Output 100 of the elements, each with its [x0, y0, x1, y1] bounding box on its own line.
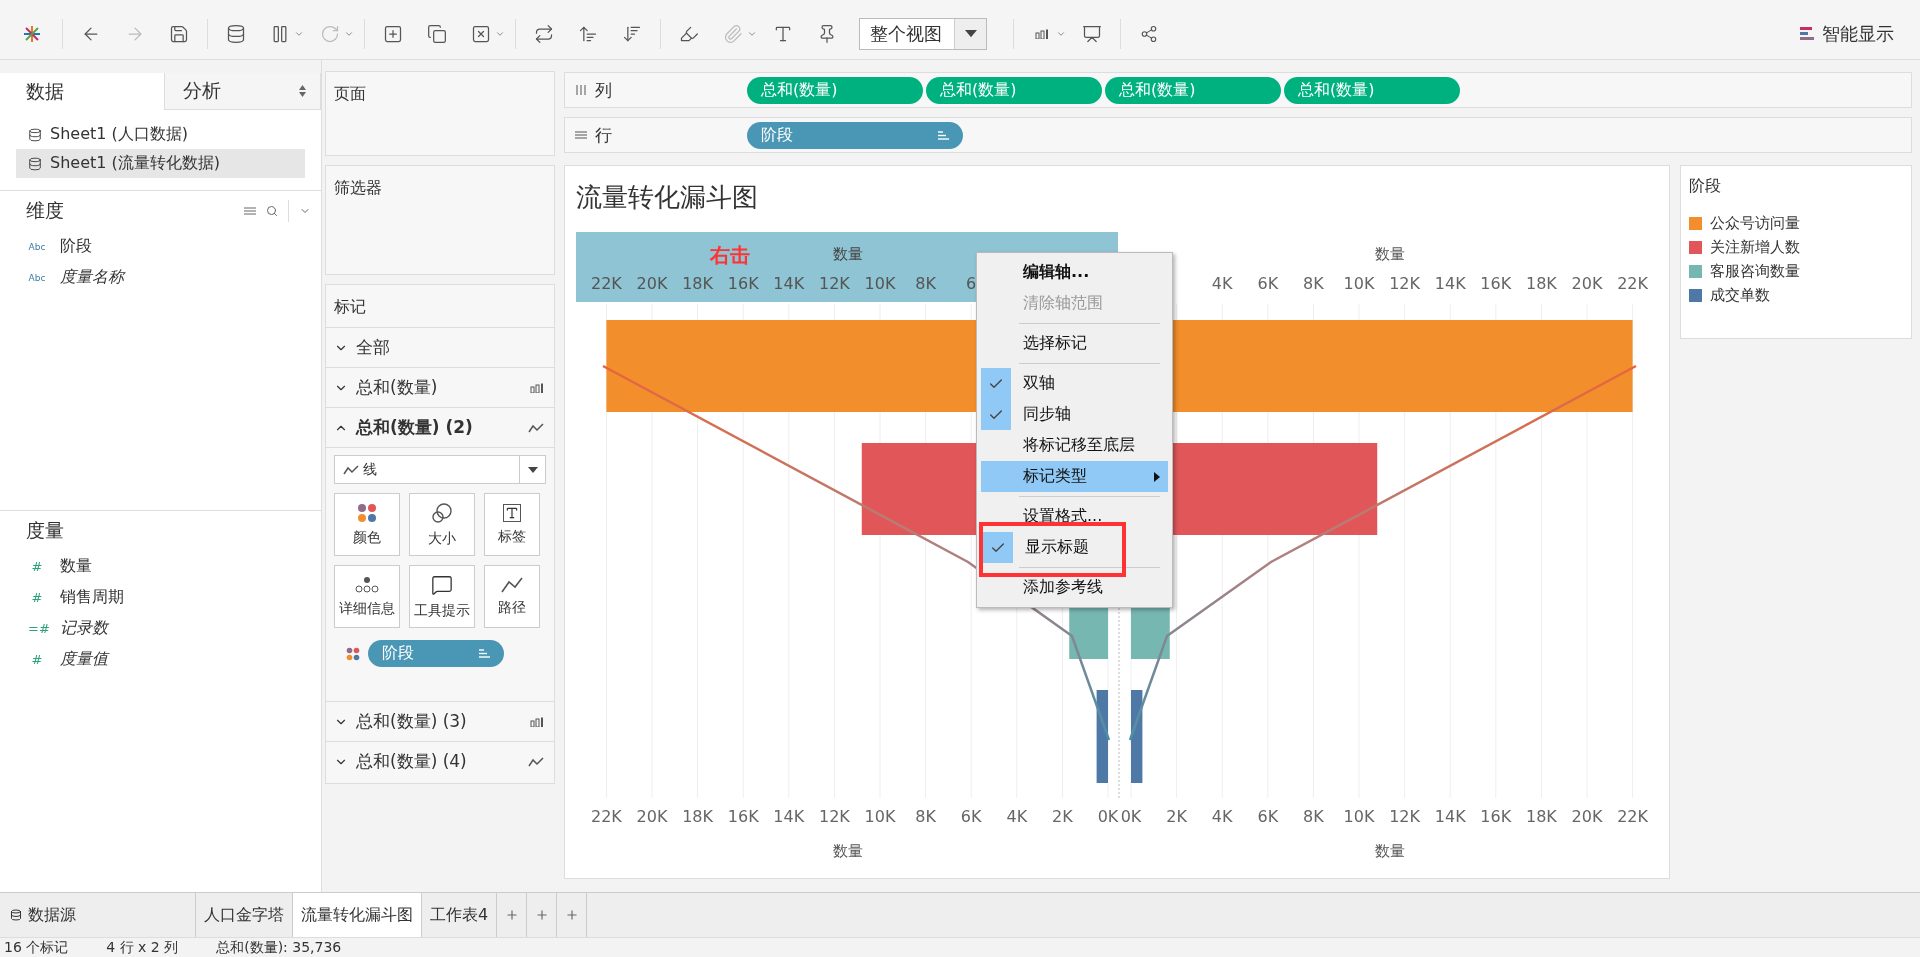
legend-title: 阶段: [1689, 176, 1722, 197]
shelf-title: 筛选器: [333, 177, 383, 199]
field-item[interactable]: Abc 度量名称: [0, 262, 321, 293]
axis-tick-label: 20K: [1571, 274, 1603, 293]
axis-tick-label: 18K: [1525, 807, 1557, 826]
status-text: 4 行 x 2 列: [106, 938, 179, 957]
axis-tick-label: 22K: [1617, 807, 1649, 826]
axis-tick-label: 18K: [682, 807, 714, 826]
menu-item[interactable]: 标记类型: [981, 461, 1168, 492]
axis-tick-label: 10K: [864, 274, 896, 293]
duplicate-icon[interactable]: [426, 22, 448, 45]
rows-icon: [575, 130, 587, 140]
view-title: 流量转化漏斗图: [575, 181, 759, 214]
field-item[interactable]: # 销售周期: [0, 582, 321, 613]
axis-tick-label: 0K: [1120, 807, 1142, 826]
pane-tab[interactable]: 数据: [0, 73, 165, 110]
bar-chart-icon: [1035, 28, 1049, 39]
axis-tick-label: 6K: [1257, 274, 1279, 293]
line-chart-icon: [528, 422, 544, 433]
field-item[interactable]: # 数量: [0, 551, 321, 582]
menu-item[interactable]: 设置格式...: [981, 501, 1168, 532]
legend-item[interactable]: 公众号访问量: [1689, 211, 1903, 235]
shelf-label: 行: [595, 123, 612, 147]
axis-title: 数量: [833, 245, 863, 263]
speech-bubble-icon: [431, 573, 453, 596]
axis-tick-label: 12K: [1389, 274, 1421, 293]
shelf-label: 列: [595, 78, 612, 102]
legend-item[interactable]: 关注新增人数: [1689, 235, 1903, 259]
axis-tick-label: 14K: [1434, 807, 1466, 826]
paperclip-icon[interactable]: [722, 22, 744, 45]
mark-type-dropdown[interactable]: 线: [334, 455, 546, 484]
shelf-title: 标记: [333, 296, 367, 318]
menu-item[interactable]: 编辑轴...: [981, 257, 1168, 288]
axis-tick-label: 10K: [1343, 807, 1375, 826]
axis-tick-label: 16K: [1480, 274, 1512, 293]
marks-layer-row[interactable]: 总和(数量) (2): [326, 407, 554, 447]
legend-item[interactable]: 成交单数: [1689, 283, 1903, 307]
axis-tick-label: 12K: [818, 807, 850, 826]
status-text: 总和(数量): 35,736: [216, 938, 342, 957]
axis-tick-label: 0K: [1097, 807, 1119, 826]
field-item[interactable]: # 度量值: [0, 644, 321, 675]
swap-icon[interactable]: [533, 22, 555, 45]
axis-tick-label: 14K: [773, 274, 805, 293]
sort-arrows-icon[interactable]: [299, 85, 306, 97]
menu-item[interactable]: 双轴: [981, 368, 1168, 399]
mark-property-button[interactable]: 标签: [484, 493, 540, 556]
axis-tick-label: 10K: [1343, 274, 1375, 293]
data-source-item[interactable]: Sheet1 (流量转化数据): [16, 149, 305, 178]
axis-tick-label: 20K: [636, 807, 668, 826]
dropdown-arrow-icon[interactable]: [964, 29, 977, 38]
axis-tick-label: 8K: [915, 807, 936, 826]
sheet-tab[interactable]: 流量转化漏斗图: [293, 893, 422, 937]
menu-item[interactable]: 选择标记: [981, 328, 1168, 359]
mark-property-button[interactable]: 工具提示: [409, 565, 475, 628]
marks-layer-row[interactable]: 总和(数量) (3): [326, 701, 554, 741]
database-icon[interactable]: [225, 22, 247, 45]
axis-tick-label: 4K: [1006, 807, 1028, 826]
menu-item[interactable]: 将标记移至底层: [981, 430, 1168, 461]
sort-icon[interactable]: [479, 649, 490, 658]
field-item[interactable]: =# 记录数: [0, 613, 321, 644]
axis-tick-label: 6: [966, 274, 977, 293]
field-item[interactable]: Abc 阶段: [0, 231, 321, 262]
axis-tick-label: 18K: [682, 274, 714, 293]
color-dots-icon: [357, 502, 377, 523]
axis-tick-label: 20K: [636, 274, 668, 293]
mark-property-button[interactable]: 详细信息: [334, 565, 400, 628]
logo-icon[interactable]: [22, 23, 42, 44]
marks-layer-row[interactable]: 全部: [326, 327, 554, 367]
dropdown-arrow-icon[interactable]: [527, 466, 538, 473]
show-me-button[interactable]: 智能显示: [1794, 20, 1900, 47]
view-size-dropdown[interactable]: 整个视图: [859, 17, 987, 50]
axis-tick-label: 16K: [727, 807, 759, 826]
menu-item[interactable]: 显示标题: [983, 532, 1122, 563]
menu-item[interactable]: 同步轴: [981, 399, 1168, 430]
mark-property-button[interactable]: 颜色: [334, 493, 400, 556]
circles-icon: [431, 501, 453, 524]
legend-item[interactable]: 客服咨询数量: [1689, 259, 1903, 283]
bar-chart-icon: [530, 716, 544, 727]
axis-tick-label: 12K: [1389, 807, 1421, 826]
search-icon[interactable]: [266, 205, 278, 217]
axis-tick-label: 6K: [1257, 807, 1279, 826]
marks-layer-row[interactable]: 总和(数量) (4): [326, 741, 554, 781]
pane-tab[interactable]: 分析: [164, 73, 321, 110]
axis-tick-label: 6K: [960, 807, 982, 826]
data-source-item[interactable]: Sheet1 (人口数据): [16, 120, 305, 149]
axis-tick-label: 8K: [915, 274, 936, 293]
axis-tick-label: 22K: [1617, 274, 1649, 293]
section-title: 维度: [26, 198, 64, 223]
sort-icon[interactable]: [938, 130, 949, 140]
axis-tick-label: 16K: [1480, 807, 1512, 826]
line-chart-icon: [528, 756, 544, 767]
axis-tick-label: 22K: [590, 274, 622, 293]
color-dots-icon: [346, 646, 360, 661]
mark-property-button[interactable]: 路径: [484, 565, 540, 628]
marks-layer-row[interactable]: 总和(数量): [326, 367, 554, 407]
database-icon: [10, 909, 22, 921]
axis-title: 数量: [1375, 842, 1405, 860]
mark-property-button[interactable]: 大小: [409, 493, 475, 556]
text-icon: [503, 503, 521, 522]
menu-item[interactable]: 添加参考线: [981, 572, 1168, 603]
